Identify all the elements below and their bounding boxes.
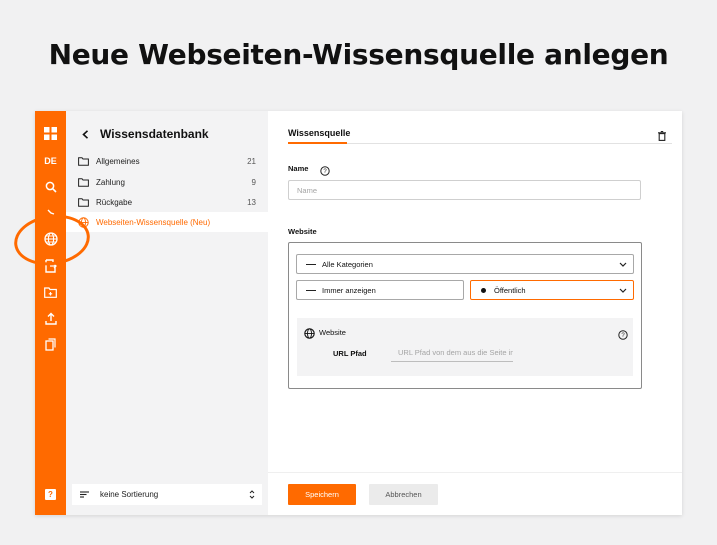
file-transfer-icon[interactable] — [35, 256, 66, 276]
app-window: DE ? Wissensdatenbank Allgemeines 21 Zah… — [35, 111, 682, 515]
tab-wissensquelle[interactable]: Wissensquelle — [288, 128, 350, 138]
tree-item-label: Rückgabe — [96, 197, 133, 207]
save-button[interactable]: Speichern — [288, 484, 356, 505]
tree-item-label: Webseiten-Wissensquelle (Neu) — [96, 217, 211, 227]
url-path-field[interactable] — [398, 348, 513, 357]
visibility-select[interactable]: Öffentlich — [470, 280, 634, 300]
website-card: Website ? URL Pfad — [297, 318, 633, 376]
visibility-select-value: Öffentlich — [494, 285, 526, 295]
help-circle-icon[interactable]: ? — [320, 163, 330, 181]
url-path-input[interactable] — [391, 344, 513, 362]
tree-item-zahlung[interactable]: Zahlung 9 — [66, 172, 268, 192]
website-label: Website — [288, 227, 317, 236]
chevron-down-icon — [613, 262, 633, 267]
tree-item-count: 21 — [247, 156, 256, 166]
display-select-value: Immer anzeigen — [322, 285, 376, 295]
help-icon-label: ? — [48, 489, 53, 499]
folder-icon — [78, 156, 92, 166]
url-path-label: URL Pfad — [333, 349, 367, 358]
display-select[interactable]: Immer anzeigen — [296, 280, 464, 300]
nav-rail: DE ? — [35, 111, 66, 515]
website-card-title: Website — [319, 328, 346, 337]
knowledge-base-panel: Wissensdatenbank Allgemeines 21 Zahlung … — [66, 111, 268, 515]
back-arrow-icon[interactable] — [74, 129, 96, 139]
page-headline: Neue Webseiten-Wissensquelle anlegen — [48, 38, 669, 71]
tree-header: Wissensdatenbank — [66, 123, 268, 145]
help-button[interactable]: ? — [35, 484, 66, 504]
category-select-value: Alle Kategorien — [322, 259, 373, 269]
help-icon: ? — [45, 488, 56, 500]
footer-divider — [268, 472, 682, 473]
dash-icon — [306, 263, 316, 265]
name-field[interactable] — [297, 185, 640, 195]
copy-icon[interactable] — [35, 334, 66, 354]
tree-item-count: 13 — [247, 197, 256, 207]
search-icon[interactable] — [35, 177, 66, 197]
tree-item-rueckgabe[interactable]: Rückgabe 13 — [66, 192, 268, 212]
language-switch[interactable]: DE — [35, 151, 66, 171]
tree-item-label: Zahlung — [96, 177, 125, 187]
tab-active-indicator — [288, 142, 347, 144]
status-dot-icon — [481, 287, 486, 293]
folder-plus-icon[interactable] — [35, 282, 66, 302]
tree-title: Wissensdatenbank — [100, 127, 209, 141]
folder-icon — [78, 197, 92, 207]
trash-icon[interactable] — [658, 128, 666, 146]
cancel-button[interactable]: Abbrechen — [369, 484, 438, 505]
sort-label: keine Sortierung — [100, 490, 159, 499]
globe-icon — [78, 216, 92, 228]
unfold-icon — [242, 490, 262, 499]
sort-icon — [80, 491, 94, 498]
name-label: Name — [288, 164, 309, 173]
sort-select[interactable]: keine Sortierung — [72, 484, 262, 505]
knowledge-source-form: Wissensquelle Name ? Website Alle Katego… — [268, 111, 682, 515]
history-icon[interactable] — [35, 203, 66, 223]
website-section: Alle Kategorien Immer anzeigen Öffentlic… — [288, 242, 642, 389]
tree-item-label: Allgemeines — [96, 156, 140, 166]
category-select[interactable]: Alle Kategorien — [296, 254, 634, 274]
tree-item-allgemeines[interactable]: Allgemeines 21 — [66, 151, 268, 171]
name-input[interactable] — [288, 180, 641, 200]
dash-icon — [306, 289, 316, 291]
tree-item-count: 9 — [251, 177, 256, 187]
globe-icon — [304, 326, 315, 344]
upload-icon[interactable] — [35, 308, 66, 328]
tree-item-webseiten-wissensquelle[interactable]: Webseiten-Wissensquelle (Neu) — [66, 212, 268, 232]
language-label: DE — [44, 156, 57, 166]
folder-icon — [78, 177, 92, 187]
globe-icon[interactable] — [35, 229, 66, 249]
dashboard-icon[interactable] — [35, 123, 66, 143]
chevron-down-icon — [613, 288, 633, 293]
help-circle-icon[interactable]: ? — [618, 327, 628, 345]
